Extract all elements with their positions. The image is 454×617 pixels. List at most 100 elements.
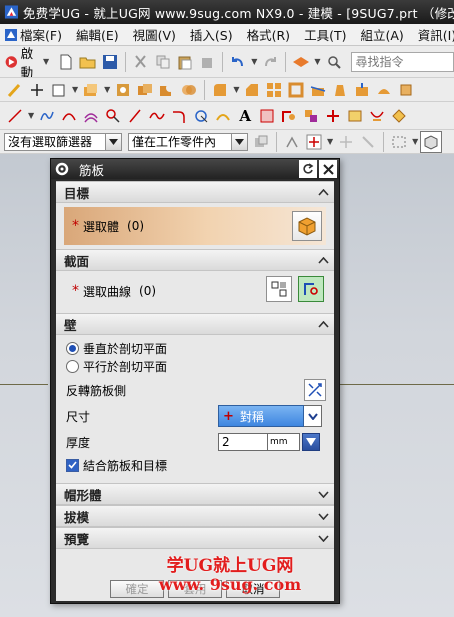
scale-curve-button[interactable]: [388, 105, 410, 127]
reset-button[interactable]: [299, 160, 317, 178]
thickness-dropdown[interactable]: [302, 433, 320, 451]
section-header-wall[interactable]: 壁: [56, 313, 334, 335]
intersect-button[interactable]: [178, 79, 200, 101]
selection-filter-select[interactable]: 沒有選取篩選器: [4, 132, 122, 151]
menu-tools[interactable]: 工具(T): [304, 25, 346, 44]
section-header-preview[interactable]: 預覽: [56, 527, 334, 549]
section-header-cap[interactable]: 帽形體: [56, 483, 334, 505]
section-curve-button[interactable]: [322, 105, 344, 127]
bridge-curve-button[interactable]: [212, 105, 234, 127]
offset-face-button[interactable]: [351, 79, 373, 101]
chamfer-button[interactable]: [241, 79, 263, 101]
select-body-row[interactable]: * 選取體 (0): [64, 207, 326, 245]
trim-body-button[interactable]: [307, 79, 329, 101]
chevron-up-icon[interactable]: [312, 314, 334, 334]
rectangle-select-button[interactable]: [388, 131, 410, 153]
text-button[interactable]: A: [234, 105, 256, 127]
curve-rule-button[interactable]: [266, 276, 292, 302]
wrap-curve-button[interactable]: [366, 105, 388, 127]
extrude-dropdown-icon[interactable]: ▼: [104, 85, 110, 94]
fillet-curve-button[interactable]: [168, 105, 190, 127]
apply-button[interactable]: 套用: [168, 580, 222, 598]
arc-button[interactable]: [58, 105, 80, 127]
select-curve-row[interactable]: * 選取曲線 (0): [64, 273, 326, 309]
cut-button[interactable]: [130, 51, 152, 73]
selection-scope-select[interactable]: 僅在工作零件內: [128, 132, 248, 151]
radio-perpendicular[interactable]: 垂直於剖切平面: [56, 339, 334, 357]
menu-insert[interactable]: 插入(S): [190, 25, 233, 44]
datum-plane-button[interactable]: [48, 79, 70, 101]
radio-parallel[interactable]: 平行於剖切平面: [56, 357, 334, 375]
layer-dropdown-icon[interactable]: ▼: [314, 57, 320, 66]
radio-button[interactable]: [66, 359, 79, 373]
section-header-target[interactable]: 目標: [56, 181, 334, 203]
command-search-input[interactable]: 尋找指令: [350, 51, 454, 72]
draft-button[interactable]: [329, 79, 351, 101]
combine-checkbox[interactable]: [66, 458, 79, 472]
thickness-input[interactable]: 2: [218, 433, 268, 451]
chevron-down-icon[interactable]: [312, 506, 334, 526]
menu-view[interactable]: 視圖(V): [133, 25, 176, 44]
edge-blend-button[interactable]: [209, 79, 231, 101]
command-finder-button[interactable]: [323, 51, 345, 73]
close-button[interactable]: [319, 160, 337, 178]
extrude-button[interactable]: [80, 79, 102, 101]
copy-button[interactable]: [152, 51, 174, 73]
snap-point-button[interactable]: [281, 131, 303, 153]
extract-curve-button[interactable]: [256, 105, 278, 127]
menu-information[interactable]: 資訊(I): [418, 25, 454, 44]
open-file-button[interactable]: [77, 51, 99, 73]
subtract-button[interactable]: [156, 79, 178, 101]
cancel-button[interactable]: 取消: [226, 580, 280, 598]
gear-icon[interactable]: [53, 160, 71, 178]
chevron-up-icon[interactable]: [312, 182, 334, 202]
unite-button[interactable]: [134, 79, 156, 101]
pattern-button[interactable]: [263, 79, 285, 101]
draw-section-button[interactable]: [298, 276, 324, 302]
snap-plus-button[interactable]: [303, 131, 325, 153]
undo-dropdown-icon[interactable]: ▼: [251, 57, 257, 66]
menu-file[interactable]: 檔案(F): [4, 25, 62, 44]
project-curve-button[interactable]: [102, 105, 124, 127]
line-button[interactable]: [4, 105, 26, 127]
chevron-up-icon[interactable]: [312, 250, 334, 270]
offset-curve-button[interactable]: [80, 105, 102, 127]
curve-line-button[interactable]: [124, 105, 146, 127]
chevron-down-icon[interactable]: [312, 528, 334, 548]
composite-curve-button[interactable]: [278, 105, 300, 127]
menu-edit[interactable]: 編輯(E): [76, 25, 119, 44]
reverse-side-button[interactable]: [304, 379, 326, 401]
start-button[interactable]: 啟動 ▼: [4, 46, 51, 77]
section-header-draft[interactable]: 拔模: [56, 505, 334, 527]
ok-button[interactable]: 確定: [110, 580, 164, 598]
general-selection-button[interactable]: [250, 131, 272, 153]
layer-button[interactable]: [290, 51, 312, 73]
redo-button[interactable]: [259, 51, 281, 73]
snap-dropdown-icon[interactable]: ▼: [327, 137, 333, 146]
save-button[interactable]: [99, 51, 121, 73]
trim-curve-button[interactable]: [190, 105, 212, 127]
intersection-curve-button[interactable]: [300, 105, 322, 127]
isoparametric-curve-button[interactable]: [344, 105, 366, 127]
menu-assemblies[interactable]: 組立(A): [360, 25, 403, 44]
blend-dropdown-icon[interactable]: ▼: [233, 85, 239, 94]
delete-button[interactable]: [196, 51, 218, 73]
sew-button[interactable]: [373, 79, 395, 101]
sketch-button[interactable]: [4, 79, 26, 101]
spline-button[interactable]: [146, 105, 168, 127]
select-body-button[interactable]: [292, 211, 322, 241]
new-file-button[interactable]: [55, 51, 77, 73]
snap-midpoint-button[interactable]: [335, 131, 357, 153]
hole-button[interactable]: [112, 79, 134, 101]
dimension-select[interactable]: + 對稱: [218, 405, 322, 427]
shaded-view-button[interactable]: [420, 130, 443, 153]
section-header-section[interactable]: 截面: [56, 249, 334, 271]
helix-button[interactable]: [36, 105, 58, 127]
datum-point-button[interactable]: [26, 79, 48, 101]
snap-end-button[interactable]: [357, 131, 379, 153]
radio-button-selected[interactable]: [66, 341, 79, 355]
line-dropdown-icon[interactable]: ▼: [28, 111, 34, 120]
paste-button[interactable]: [174, 51, 196, 73]
combine-rib-row[interactable]: 結合筋板和目標: [56, 455, 334, 475]
datum-dropdown-icon[interactable]: ▼: [72, 85, 78, 94]
